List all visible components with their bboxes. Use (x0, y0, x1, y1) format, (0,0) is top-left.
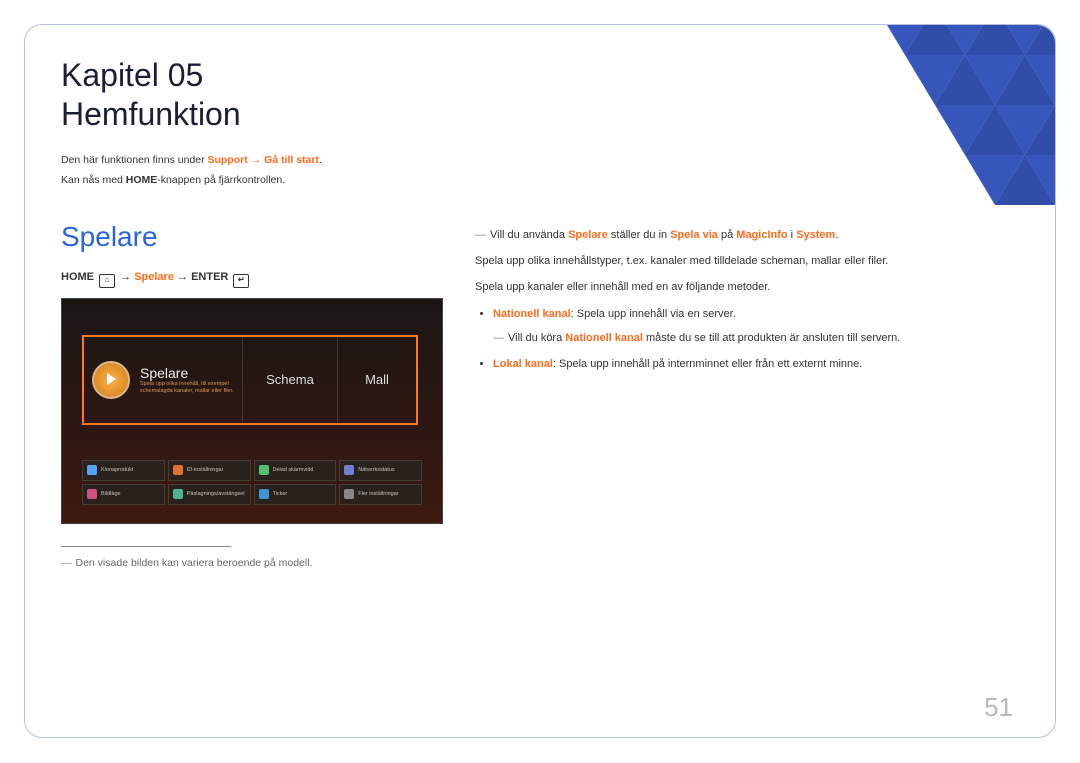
section-title: Spelare (61, 221, 441, 253)
tv-screenshot: Spelare Spela upp olika innehåll, till e… (61, 298, 443, 524)
play-icon (92, 361, 130, 399)
info-line-1: ― Vill du använda Spelare ställer du in S… (475, 225, 1019, 245)
list-item: Nationell kanal: Spela upp innehåll via … (493, 304, 1019, 349)
document-page: Kapitel 05 Hemfunktion Den här funktione… (24, 24, 1056, 738)
breadcrumb-current: Spelare (134, 271, 174, 283)
text: på (718, 229, 736, 241)
cell-label: ID-inställningar (187, 467, 224, 473)
paragraph-2: Spela upp olika innehållstyper, t.ex. ka… (475, 251, 1019, 271)
tile-schema: Schema (243, 337, 338, 423)
bottom-grid: Klonaprodukt ID-inställningar Delad skär… (82, 460, 422, 505)
chapter-heading: Kapitel 05 (61, 57, 1019, 94)
chapter-number: 05 (168, 57, 204, 93)
cell-icon (87, 465, 97, 475)
text: ställer du in (608, 229, 670, 241)
grid-cell: Ticker (254, 484, 337, 505)
note-text: Den här funktionen finns under (61, 154, 208, 166)
chapter-label: Kapitel (61, 57, 159, 93)
text: i (788, 229, 797, 241)
tile-text: Spelare Spela upp olika innehåll, till e… (140, 365, 240, 395)
keyword: Nationell kanal (565, 332, 643, 344)
note-text: -knappen på fjärrkontrollen. (157, 174, 285, 186)
grid-cell: Bildläge (82, 484, 165, 505)
dash-icon: ― (493, 332, 504, 344)
content-columns: Spelare HOME ⌂ → Spelare → ENTER ↵ Spela… (61, 221, 1019, 569)
chapter-title: Hemfunktion (61, 96, 1019, 133)
cell-icon (173, 489, 183, 499)
cell-icon (87, 489, 97, 499)
footnote: ― Den visade bilden kan variera beroende … (61, 557, 441, 569)
cell-icon (173, 465, 183, 475)
note-highlight: Gå till start (264, 154, 319, 166)
paragraph-3: Spela upp kanaler eller innehåll med en … (475, 277, 1019, 297)
tile-title: Spelare (140, 365, 240, 381)
divider (61, 546, 231, 547)
note-arrow: → (248, 154, 264, 166)
note-line-2: Kan nås med HOME-knappen på fjärrkontrol… (61, 171, 1019, 191)
keyword: Spelare (568, 229, 608, 241)
bullet-label: Nationell kanal (493, 308, 571, 320)
cell-label: Fler inställningar (358, 491, 398, 497)
tile-subtitle: Spela upp olika innehåll, till exempel s… (140, 381, 240, 395)
left-column: Spelare HOME ⌂ → Spelare → ENTER ↵ Spela… (61, 221, 441, 569)
grid-cell: ID-inställningar (168, 460, 251, 481)
breadcrumb-home: HOME (61, 271, 94, 283)
note-line-1: Den här funktionen finns under Support →… (61, 151, 1019, 171)
cell-label: Bildläge (101, 491, 121, 497)
cell-icon (344, 465, 354, 475)
keyword: MagicInfo (736, 229, 787, 241)
tile-mall: Mall (338, 337, 416, 423)
cell-label: Delad skärmvidd (273, 467, 314, 473)
grid-cell: Påslagnings/avstängsel (168, 484, 251, 505)
cell-icon (344, 489, 354, 499)
enter-icon: ↵ (233, 274, 249, 288)
tile-row: Spelare Spela upp olika innehåll, till e… (82, 335, 418, 425)
note-bold: HOME (126, 174, 158, 186)
list-item: Lokal kanal: Spela upp innehåll på inter… (493, 354, 1019, 374)
cell-icon (259, 465, 269, 475)
grid-cell: Klonaprodukt (82, 460, 165, 481)
header-notes: Den här funktionen finns under Support →… (61, 151, 1019, 191)
breadcrumb-enter: ENTER (191, 271, 228, 283)
grid-cell: Fler inställningar (339, 484, 422, 505)
cell-label: Nätverksstatus (358, 467, 394, 473)
cell-icon (259, 489, 269, 499)
breadcrumb: HOME ⌂ → Spelare → ENTER ↵ (61, 271, 441, 288)
bullet-text: : Spela upp innehåll på internminnet ell… (553, 358, 862, 370)
breadcrumb-arrow: → (120, 271, 134, 283)
note-highlight: Support (208, 154, 248, 166)
cell-label: Ticker (273, 491, 288, 497)
grid-cell: Delad skärmvidd (254, 460, 337, 481)
keyword: Spela via (670, 229, 718, 241)
text: Vill du använda (490, 229, 568, 241)
method-list: Nationell kanal: Spela upp innehåll via … (475, 304, 1019, 375)
note-text: Kan nås med (61, 174, 126, 186)
dash-icon: ― (61, 557, 72, 569)
cell-label: Påslagnings/avstängsel (187, 491, 245, 497)
text: Vill du köra (508, 332, 565, 344)
breadcrumb-arrow: → (177, 271, 188, 283)
bullet-text: : Spela upp innehåll via en server. (571, 308, 736, 320)
note-text: . (319, 154, 322, 166)
page-number: 51 (984, 692, 1013, 723)
keyword: System (796, 229, 835, 241)
text: måste du se till att produkten är anslut… (643, 332, 900, 344)
bullet-label: Lokal kanal (493, 358, 553, 370)
grid-cell: Nätverksstatus (339, 460, 422, 481)
dash-icon: ― (475, 229, 486, 241)
footnote-text: Den visade bilden kan variera beroende p… (76, 557, 313, 569)
text: . (835, 229, 838, 241)
bullet-note: ― Vill du köra Nationell kanal måste du s… (493, 328, 1019, 348)
home-icon: ⌂ (99, 274, 115, 288)
tile-spelare: Spelare Spela upp olika innehåll, till e… (84, 337, 243, 423)
cell-label: Klonaprodukt (101, 467, 133, 473)
right-column: ― Vill du använda Spelare ställer du in S… (475, 221, 1019, 381)
